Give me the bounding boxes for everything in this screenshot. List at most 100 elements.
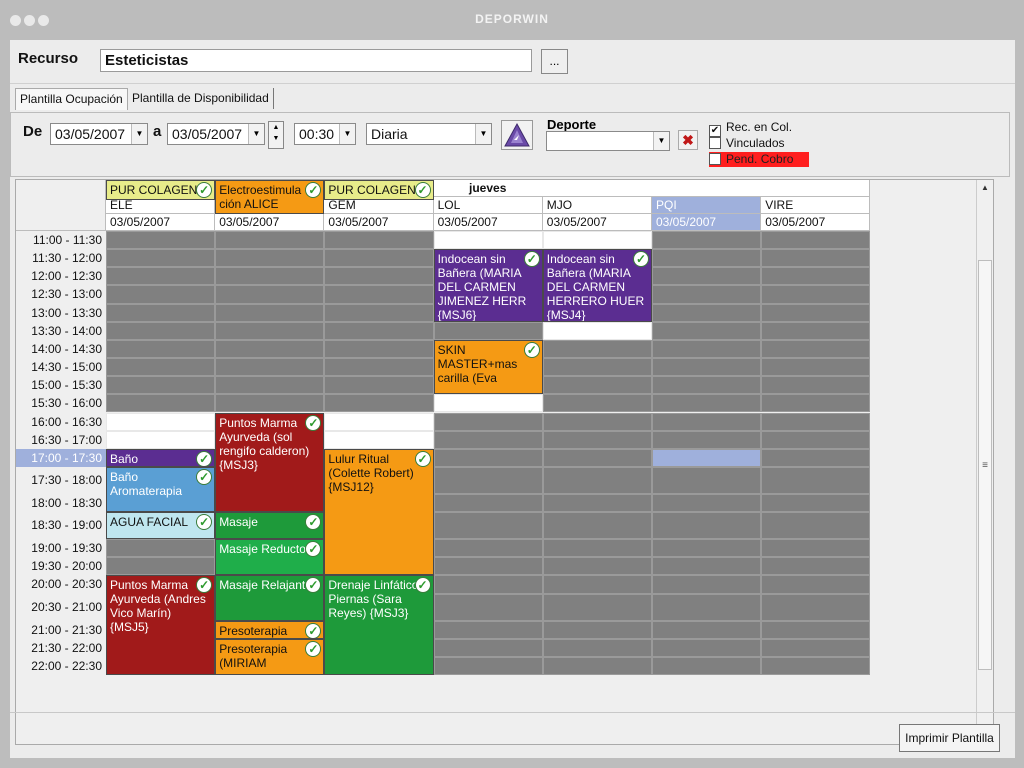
time-slot[interactable]: [652, 466, 762, 494]
print-template-button[interactable]: Imprimir Plantilla: [899, 724, 1000, 752]
time-slot[interactable]: [652, 638, 762, 657]
time-slot[interactable]: [215, 376, 325, 395]
chevron-down-icon[interactable]: ▼: [653, 132, 669, 150]
time-slot[interactable]: [652, 412, 762, 431]
time-slot[interactable]: [215, 321, 325, 340]
time-slot[interactable]: [652, 285, 762, 304]
time-slot[interactable]: [761, 593, 871, 621]
time-slot[interactable]: [761, 321, 871, 340]
time-slot[interactable]: [542, 512, 652, 540]
date-from-picker[interactable]: 03/05/2007 ▼: [50, 123, 148, 145]
time-slot[interactable]: [652, 493, 762, 513]
view-select[interactable]: Diaria ▼: [366, 123, 492, 145]
time-slot[interactable]: [433, 539, 543, 558]
time-slot[interactable]: [324, 412, 434, 431]
time-slot[interactable]: [106, 430, 216, 449]
time-slot[interactable]: [652, 656, 762, 675]
time-slot[interactable]: [652, 267, 762, 286]
time-slot[interactable]: [324, 267, 434, 286]
booking-block[interactable]: Drenaje Linfático Piernas (Sara Reyes) {…: [324, 575, 434, 675]
time-slot[interactable]: [324, 303, 434, 322]
chevron-down-icon[interactable]: ▼: [475, 124, 491, 144]
time-slot[interactable]: [215, 249, 325, 268]
recurso-field[interactable]: Esteticistas: [100, 49, 532, 72]
time-slot[interactable]: [542, 557, 652, 576]
time-slot[interactable]: [761, 539, 871, 558]
time-slot[interactable]: [433, 620, 543, 639]
vinculados-checkbox[interactable]: Vinculados: [709, 136, 785, 151]
booking-block[interactable]: Indocean sin Bañera (MARIA DEL CARMEN HE…: [542, 249, 652, 322]
time-slot[interactable]: [761, 466, 871, 494]
vertical-scrollbar[interactable]: ▲ ≡ ▼: [976, 180, 993, 744]
time-slot[interactable]: [215, 358, 325, 377]
time-slot[interactable]: [542, 539, 652, 558]
time-slot[interactable]: [106, 376, 216, 395]
time-slot[interactable]: [761, 394, 871, 413]
time-slot[interactable]: [761, 656, 871, 675]
time-slot[interactable]: [106, 539, 216, 558]
time-slot[interactable]: [652, 358, 762, 377]
time-slot[interactable]: [652, 593, 762, 621]
time-slot[interactable]: [433, 557, 543, 576]
booking-block[interactable]: Indocean sin Bañera (MARIA DEL CARMEN JI…: [433, 249, 543, 322]
time-slot[interactable]: [215, 303, 325, 322]
booking-block[interactable]: SKIN MASTER+mas carilla (Eva ✓: [433, 339, 543, 395]
time-slot[interactable]: [542, 466, 652, 494]
scroll-thumb[interactable]: ≡: [978, 260, 992, 670]
booking-block[interactable]: Baño ✓: [106, 448, 216, 467]
time-slot[interactable]: [106, 339, 216, 359]
time-slot[interactable]: [761, 231, 871, 250]
time-slot[interactable]: [761, 339, 871, 359]
time-slot[interactable]: [761, 638, 871, 657]
time-slot[interactable]: [542, 376, 652, 395]
time-slot[interactable]: [433, 512, 543, 540]
tab-plantilla-ocupacion[interactable]: Plantilla Ocupación: [15, 88, 128, 110]
time-slot[interactable]: [324, 321, 434, 340]
time-slot[interactable]: [652, 339, 762, 359]
time-slot[interactable]: [652, 448, 762, 467]
time-slot[interactable]: [761, 493, 871, 513]
time-slot[interactable]: [324, 358, 434, 377]
time-slot[interactable]: [761, 249, 871, 268]
time-slot[interactable]: [324, 394, 434, 413]
time-slot[interactable]: [652, 321, 762, 340]
time-slot[interactable]: [324, 249, 434, 268]
tab-plantilla-disponibilidad[interactable]: Plantilla de Disponibilidad: [128, 88, 274, 109]
arrow-up-icon[interactable]: ▲: [269, 122, 283, 133]
time-slot[interactable]: [652, 303, 762, 322]
booking-block[interactable]: Lulur Ritual (Colette Robert) {MSJ12} ✓: [324, 448, 434, 576]
time-slot[interactable]: [652, 620, 762, 639]
time-slot[interactable]: [106, 321, 216, 340]
time-slot[interactable]: [542, 656, 652, 675]
time-slot[interactable]: [761, 376, 871, 395]
time-slot[interactable]: [324, 339, 434, 359]
booking-block[interactable]: Masaje ✓: [215, 512, 325, 540]
time-slot[interactable]: [106, 285, 216, 304]
deporte-select[interactable]: ▼: [546, 131, 670, 151]
booking-block[interactable]: Presoterapia ✓: [215, 620, 325, 639]
time-slot[interactable]: [324, 285, 434, 304]
time-slot[interactable]: [215, 339, 325, 359]
chevron-down-icon[interactable]: ▼: [131, 124, 147, 144]
date-stepper[interactable]: ▲ ▼: [268, 121, 284, 149]
time-slot[interactable]: [324, 430, 434, 449]
booking-block[interactable]: Electroestimula ción ALICE ✓: [215, 180, 325, 214]
time-slot[interactable]: [433, 575, 543, 594]
booking-block[interactable]: PUR COLAGEN ✓: [324, 180, 434, 200]
time-slot[interactable]: [433, 493, 543, 513]
time-slot[interactable]: [652, 376, 762, 395]
chevron-down-icon[interactable]: ▼: [339, 124, 355, 144]
time-slot[interactable]: [433, 466, 543, 494]
time-slot[interactable]: [106, 394, 216, 413]
column-header-lol[interactable]: LOL: [433, 197, 543, 214]
time-slot[interactable]: [542, 448, 652, 467]
time-slot[interactable]: [106, 267, 216, 286]
time-slot[interactable]: [542, 430, 652, 449]
time-slot[interactable]: [433, 448, 543, 467]
clear-deporte-button[interactable]: ✖: [678, 130, 698, 150]
time-slot[interactable]: [761, 448, 871, 467]
time-slot[interactable]: [761, 620, 871, 639]
time-slot[interactable]: [106, 231, 216, 250]
time-slot[interactable]: [542, 638, 652, 657]
time-slot[interactable]: [215, 267, 325, 286]
